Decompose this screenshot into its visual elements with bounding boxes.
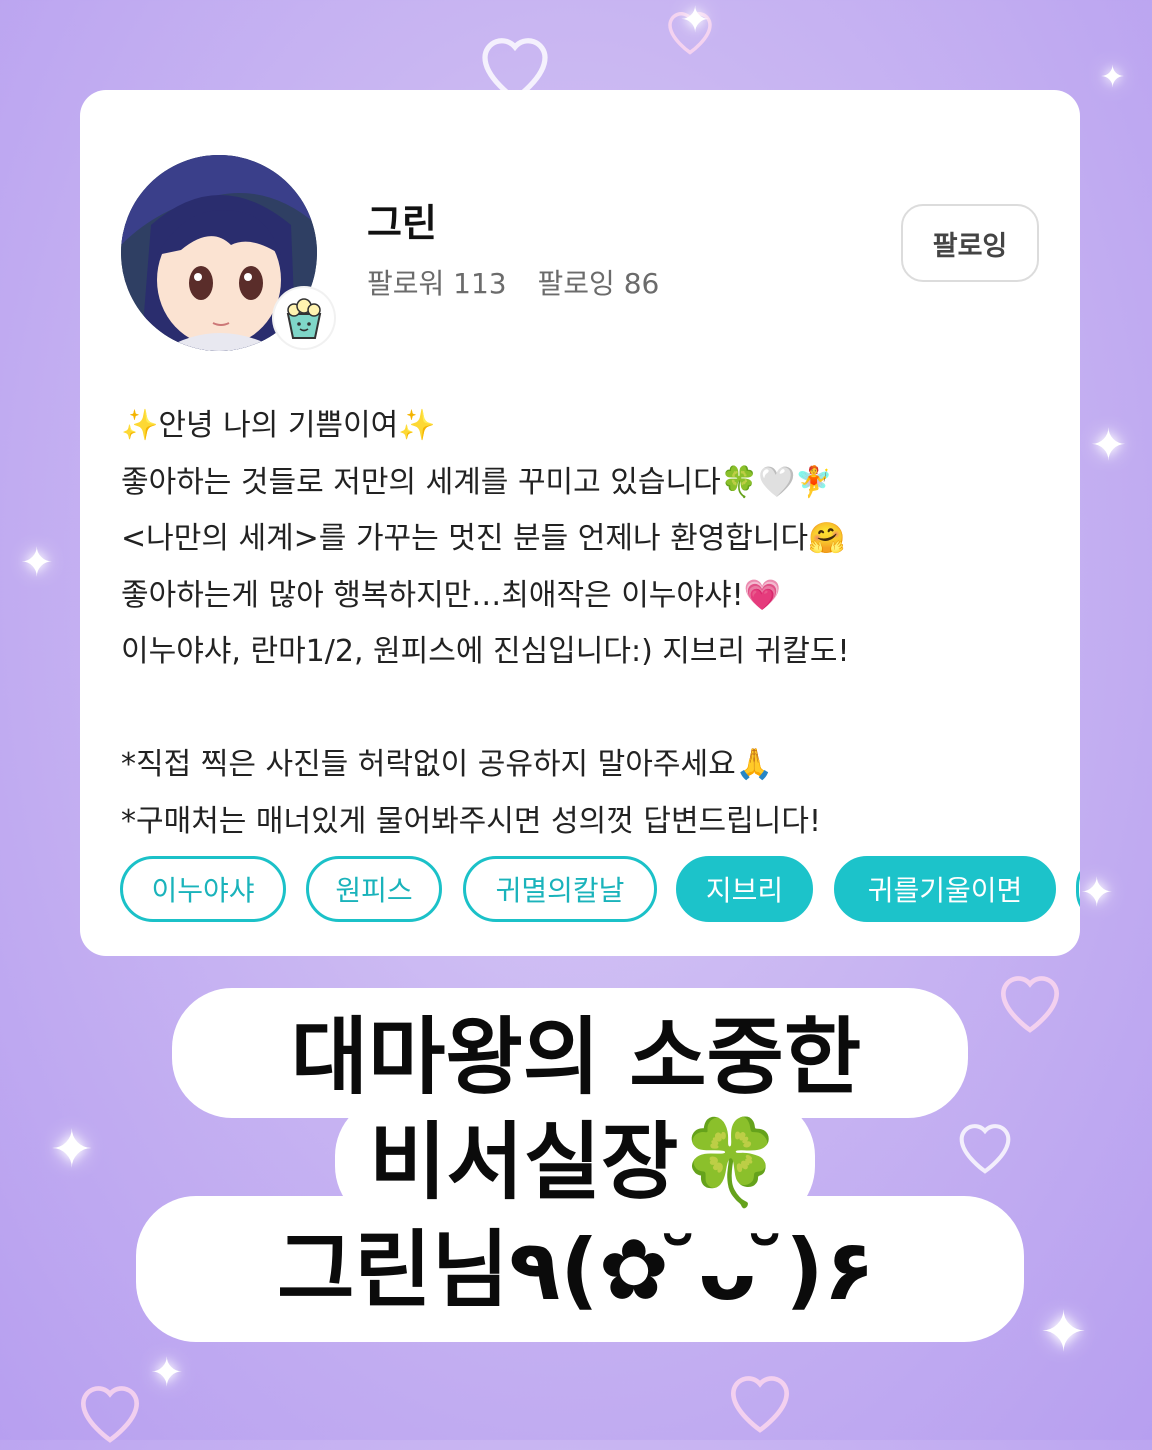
tag-chip[interactable]: 이누야샤 bbox=[120, 856, 286, 922]
caption-line-2: 비서실장🍀 bbox=[369, 1113, 783, 1211]
following-button[interactable]: 팔로잉 bbox=[901, 204, 1039, 282]
profile-name: 그린 bbox=[367, 201, 437, 245]
heart-icon bbox=[730, 1376, 790, 1433]
tag-chip-partial[interactable] bbox=[1076, 856, 1080, 922]
tag-chip[interactable]: 지브리 bbox=[676, 856, 813, 922]
profile-card: 그린 팔로워 113 팔로잉 86 팔로잉 ✨안녕 나의 기쁨이여✨ 좋아하는 … bbox=[80, 90, 1080, 956]
popcorn-badge-icon bbox=[274, 288, 334, 348]
caption-line-3: 그린님٩(✿ ̆ᴗ ̆)۶ bbox=[277, 1221, 875, 1319]
sparkle-icon: ✦ bbox=[1100, 60, 1126, 95]
sparkle-icon: ✦ bbox=[150, 1350, 184, 1396]
sparkle-icon: ✦ bbox=[1080, 870, 1114, 916]
tag-list: 이누야샤 원피스 귀멸의칼날 지브리 귀를기울이면 bbox=[120, 856, 1080, 922]
sparkle-icon: ✦ bbox=[20, 540, 54, 586]
followers-count[interactable]: 팔로워 113 bbox=[367, 267, 507, 300]
following-count[interactable]: 팔로잉 86 bbox=[538, 267, 660, 300]
heart-icon bbox=[80, 1386, 140, 1443]
tag-chip[interactable]: 원피스 bbox=[306, 856, 442, 922]
caption-line-1: 대마왕의 소중한 bbox=[290, 1008, 862, 1106]
sparkle-icon: ✦ bbox=[1090, 420, 1127, 471]
tag-chip[interactable]: 귀를기울이면 bbox=[834, 856, 1056, 922]
follow-stats: 팔로워 113 팔로잉 86 bbox=[367, 262, 681, 302]
sparkle-icon: ✦ bbox=[680, 0, 711, 41]
profile-bio: ✨안녕 나의 기쁨이여✨ 좋아하는 것들로 저만의 세계를 꾸미고 있습니다🍀🤍… bbox=[121, 408, 850, 839]
tag-chip[interactable]: 귀멸의칼날 bbox=[463, 856, 657, 922]
